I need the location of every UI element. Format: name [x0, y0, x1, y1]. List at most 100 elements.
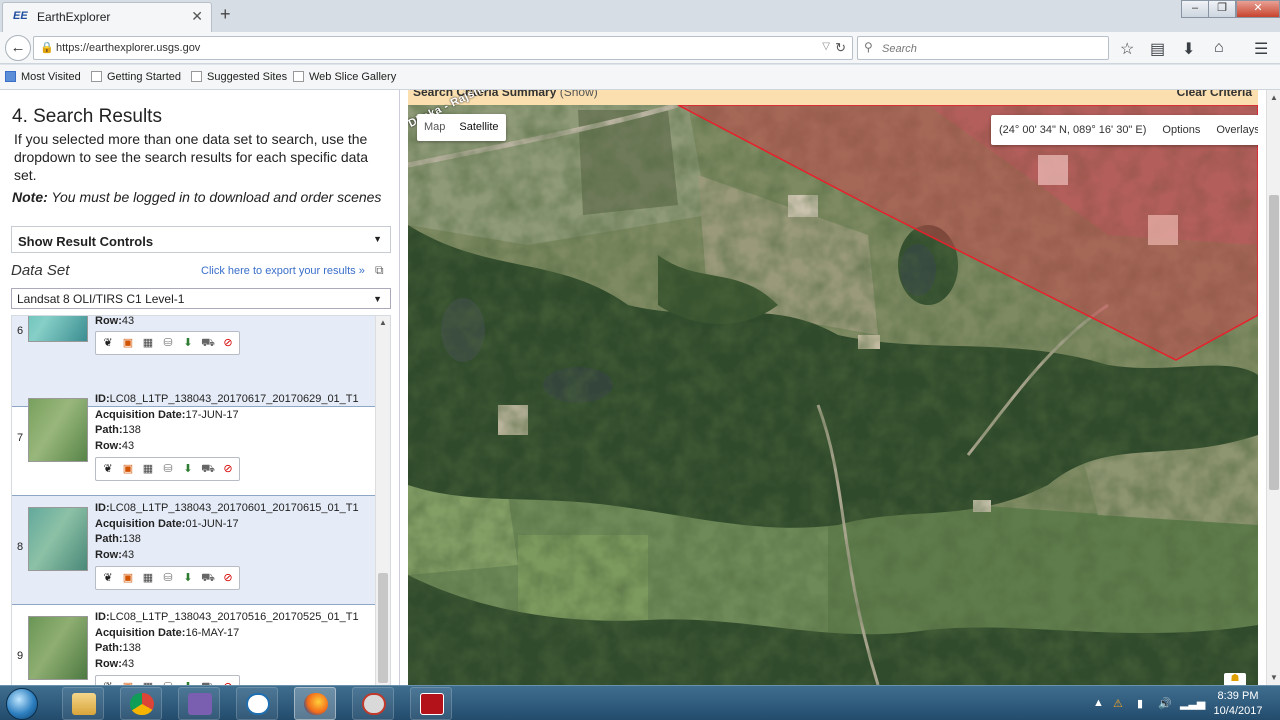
scene-thumbnail[interactable]: [28, 507, 88, 571]
reload-icon[interactable]: ↻: [835, 40, 846, 56]
search-input[interactable]: ⚲ Search: [857, 36, 1109, 60]
scene-thumbnail[interactable]: [28, 616, 88, 680]
result-row: Row:43: [95, 315, 141, 329]
results-scrollbar[interactable]: ▲: [375, 316, 390, 685]
url-text: https://earthexplorer.usgs.gov: [56, 42, 201, 54]
warning-tray-icon[interactable]: ⚠: [1113, 697, 1123, 710]
order-cart-icon[interactable]: ⛟: [201, 462, 215, 476]
bookmark-web-slice-gallery[interactable]: Web Slice Gallery: [293, 71, 396, 83]
start-button[interactable]: [6, 688, 38, 720]
taskbar-explorer[interactable]: [62, 687, 104, 720]
footprint-icon[interactable]: ❦: [101, 462, 115, 476]
star-icon[interactable]: ☆: [1120, 39, 1134, 59]
bulk-download-icon[interactable]: ⛁: [161, 462, 175, 476]
bookmark-getting-started[interactable]: Getting Started: [91, 71, 181, 83]
browse-overlay-icon[interactable]: ▣: [121, 571, 135, 585]
export-results-link[interactable]: Click here to export your results »: [201, 265, 365, 277]
result-row[interactable]: 9 ID:LC08_L1TP_138043_20170516_20170525_0…: [12, 605, 375, 685]
page-scrollbar[interactable]: ▲ ▼: [1266, 90, 1280, 685]
thumbnail-image: [29, 399, 87, 461]
battery-icon[interactable]: ▮: [1137, 697, 1143, 710]
page-icon: [293, 71, 304, 82]
download-icon[interactable]: ⬇: [181, 336, 195, 350]
maximize-icon[interactable]: ❐: [1208, 0, 1236, 18]
back-arrow-icon[interactable]: ←: [5, 35, 31, 61]
close-tab-icon[interactable]: ✕: [191, 8, 203, 25]
result-row[interactable]: 7 ID:LC08_L1TP_138043_20170617_20170629_0…: [12, 387, 375, 496]
footprint-icon[interactable]: ❦: [101, 571, 115, 585]
map-type-map-button[interactable]: Map: [417, 114, 452, 141]
clear-criteria-link[interactable]: Clear Criteria: [1177, 90, 1252, 99]
home-icon[interactable]: ⌂: [1214, 39, 1224, 57]
page-icon: [91, 71, 102, 82]
taskbar-snipping-tool[interactable]: [352, 687, 394, 720]
scroll-up-icon[interactable]: ▲: [1270, 93, 1278, 102]
taskbar-firefox[interactable]: [294, 687, 336, 720]
download-icon[interactable]: ⬇: [1182, 39, 1195, 59]
exclude-scene-icon[interactable]: ⊘: [221, 462, 235, 476]
street-view-pegman-icon[interactable]: ☗: [1224, 673, 1246, 685]
result-id-label: ID:: [95, 393, 110, 405]
order-cart-icon[interactable]: ⛟: [201, 336, 215, 350]
order-cart-icon[interactable]: ⛟: [201, 571, 215, 585]
metadata-icon[interactable]: ▦: [141, 336, 155, 350]
scroll-up-icon[interactable]: ▲: [379, 318, 387, 327]
bulk-download-icon[interactable]: ⛁: [161, 336, 175, 350]
result-metadata: ID:LC08_L1TP_138043_20170617_20170629_01…: [95, 392, 359, 454]
browse-overlay-icon[interactable]: ▣: [121, 336, 135, 350]
taskbar-hp[interactable]: [236, 687, 278, 720]
bookmark-most-visited[interactable]: Most Visited: [5, 71, 81, 83]
metadata-icon[interactable]: ▦: [141, 462, 155, 476]
bookmark-suggested-sites[interactable]: Suggested Sites: [191, 71, 287, 83]
menu-icon[interactable]: ☰: [1254, 39, 1268, 59]
volume-icon[interactable]: 🔊: [1158, 697, 1172, 710]
download-icon[interactable]: ⬇: [181, 462, 195, 476]
chrome-icon: [130, 693, 154, 715]
scene-thumbnail[interactable]: [28, 316, 88, 342]
map-viewport[interactable]: Search Criteria Summary (Show) Clear Cri…: [408, 90, 1258, 685]
result-row-value: 43: [121, 439, 135, 452]
coordinate-readout: (24° 00' 34" N, 089° 16' 30" E): [999, 124, 1147, 136]
scroll-down-icon[interactable]: ▼: [1270, 673, 1278, 682]
minimize-icon[interactable]: –: [1181, 0, 1209, 18]
thumbnail-image: [29, 617, 87, 679]
scene-thumbnail[interactable]: [28, 398, 88, 462]
bookmark-folder-icon: [5, 71, 16, 82]
page-scroll-thumb[interactable]: [1269, 195, 1279, 490]
search-icon: ⚲: [864, 40, 873, 54]
external-link-icon[interactable]: ⧉: [375, 263, 384, 278]
footprint-icon[interactable]: ❦: [101, 336, 115, 350]
dataset-select[interactable]: Landsat 8 OLI/TIRS C1 Level-1 ▼: [11, 288, 391, 309]
taskbar-chrome[interactable]: [120, 687, 162, 720]
url-bar[interactable]: 🔒 https://earthexplorer.usgs.gov ▽ ↻: [33, 36, 853, 60]
window-close-icon[interactable]: ✕: [1236, 0, 1280, 18]
exclude-scene-icon[interactable]: ⊘: [221, 571, 235, 585]
exclude-scene-icon[interactable]: ⊘: [221, 336, 235, 350]
criteria-show-link[interactable]: (Show): [560, 90, 598, 99]
result-id: ID:LC08_L1TP_138043_20170617_20170629_01…: [95, 392, 359, 408]
result-id-label: ID:: [95, 611, 110, 623]
show-hidden-icons-icon[interactable]: ▲: [1093, 697, 1104, 709]
taskbar-visual-studio[interactable]: [178, 687, 220, 720]
snipping-tool-icon: [362, 693, 386, 715]
results-scroll-thumb[interactable]: [378, 573, 388, 683]
result-row[interactable]: 8 ID:LC08_L1TP_138043_20170601_20170615_0…: [12, 496, 375, 605]
bulk-download-icon[interactable]: ⛁: [161, 571, 175, 585]
criteria-summary-label[interactable]: Search Criteria Summary (Show): [413, 90, 598, 99]
show-result-controls-dropdown[interactable]: Show Result Controls ▼: [11, 226, 391, 253]
options-button[interactable]: Options: [1154, 115, 1208, 145]
url-dropdown-icon[interactable]: ▽: [822, 41, 830, 52]
new-tab-icon[interactable]: +: [220, 4, 231, 25]
metadata-icon[interactable]: ▦: [141, 571, 155, 585]
browser-tab[interactable]: EE EarthExplorer ✕: [2, 2, 212, 32]
taskbar-acrobat[interactable]: [410, 687, 452, 720]
download-icon[interactable]: ⬇: [181, 571, 195, 585]
map-type-satellite-button[interactable]: Satellite: [452, 114, 505, 141]
overlays-button[interactable]: Overlays: [1208, 115, 1258, 145]
result-row-value: 43: [121, 315, 135, 327]
reading-list-icon[interactable]: ▤: [1150, 39, 1165, 59]
result-row: Row:43: [95, 657, 359, 673]
tray-clock[interactable]: 8:39 PM 10/4/2017: [1200, 689, 1276, 719]
browse-overlay-icon[interactable]: ▣: [121, 462, 135, 476]
tab-strip: EE EarthExplorer ✕ + – ❐ ✕: [0, 0, 1280, 32]
